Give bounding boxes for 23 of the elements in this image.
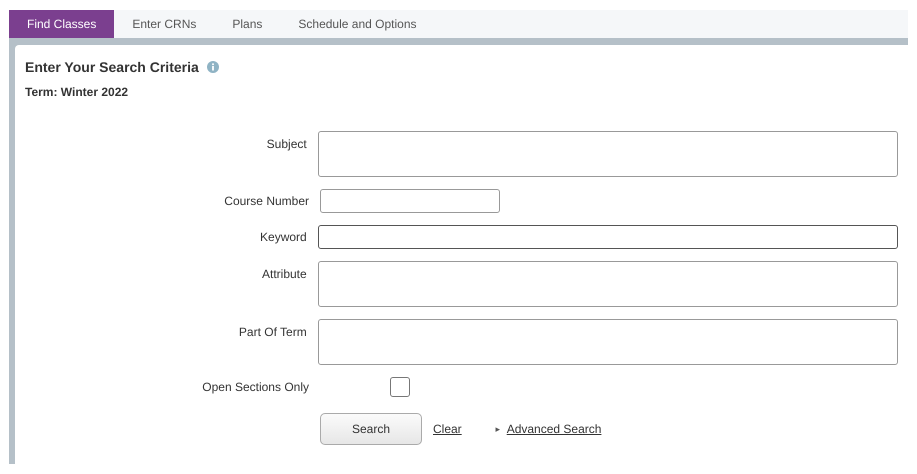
search-button[interactable]: Search (320, 413, 422, 445)
term-label: Term: Winter 2022 (25, 85, 130, 99)
tab[interactable]: Enter CRNs (114, 10, 214, 38)
advanced-search-link[interactable]: Advanced Search (506, 422, 602, 436)
info-icon[interactable] (206, 61, 219, 73)
clear-link[interactable]: Clear (433, 422, 462, 436)
section-heading: Enter Your Search Criteria (25, 59, 199, 75)
field-label: Part Of Term (238, 324, 308, 339)
field-label: Open Sections Only (201, 380, 310, 394)
field-label: Subject (266, 136, 308, 151)
tab[interactable]: Find Classes (9, 10, 114, 38)
checkbox[interactable] (390, 377, 410, 397)
input-field[interactable] (318, 319, 898, 365)
input-field[interactable] (318, 261, 898, 307)
tab[interactable]: Schedule and Options (280, 10, 434, 38)
input-field[interactable] (318, 131, 898, 177)
field-label: Course Number (223, 194, 310, 208)
input-field[interactable] (318, 225, 898, 249)
field-label: Keyword (259, 230, 308, 244)
tab[interactable]: Plans (214, 10, 280, 38)
input-field[interactable] (320, 189, 500, 213)
expand-arrow-icon: ▸ (496, 424, 501, 434)
field-label: Attribute (261, 266, 308, 281)
